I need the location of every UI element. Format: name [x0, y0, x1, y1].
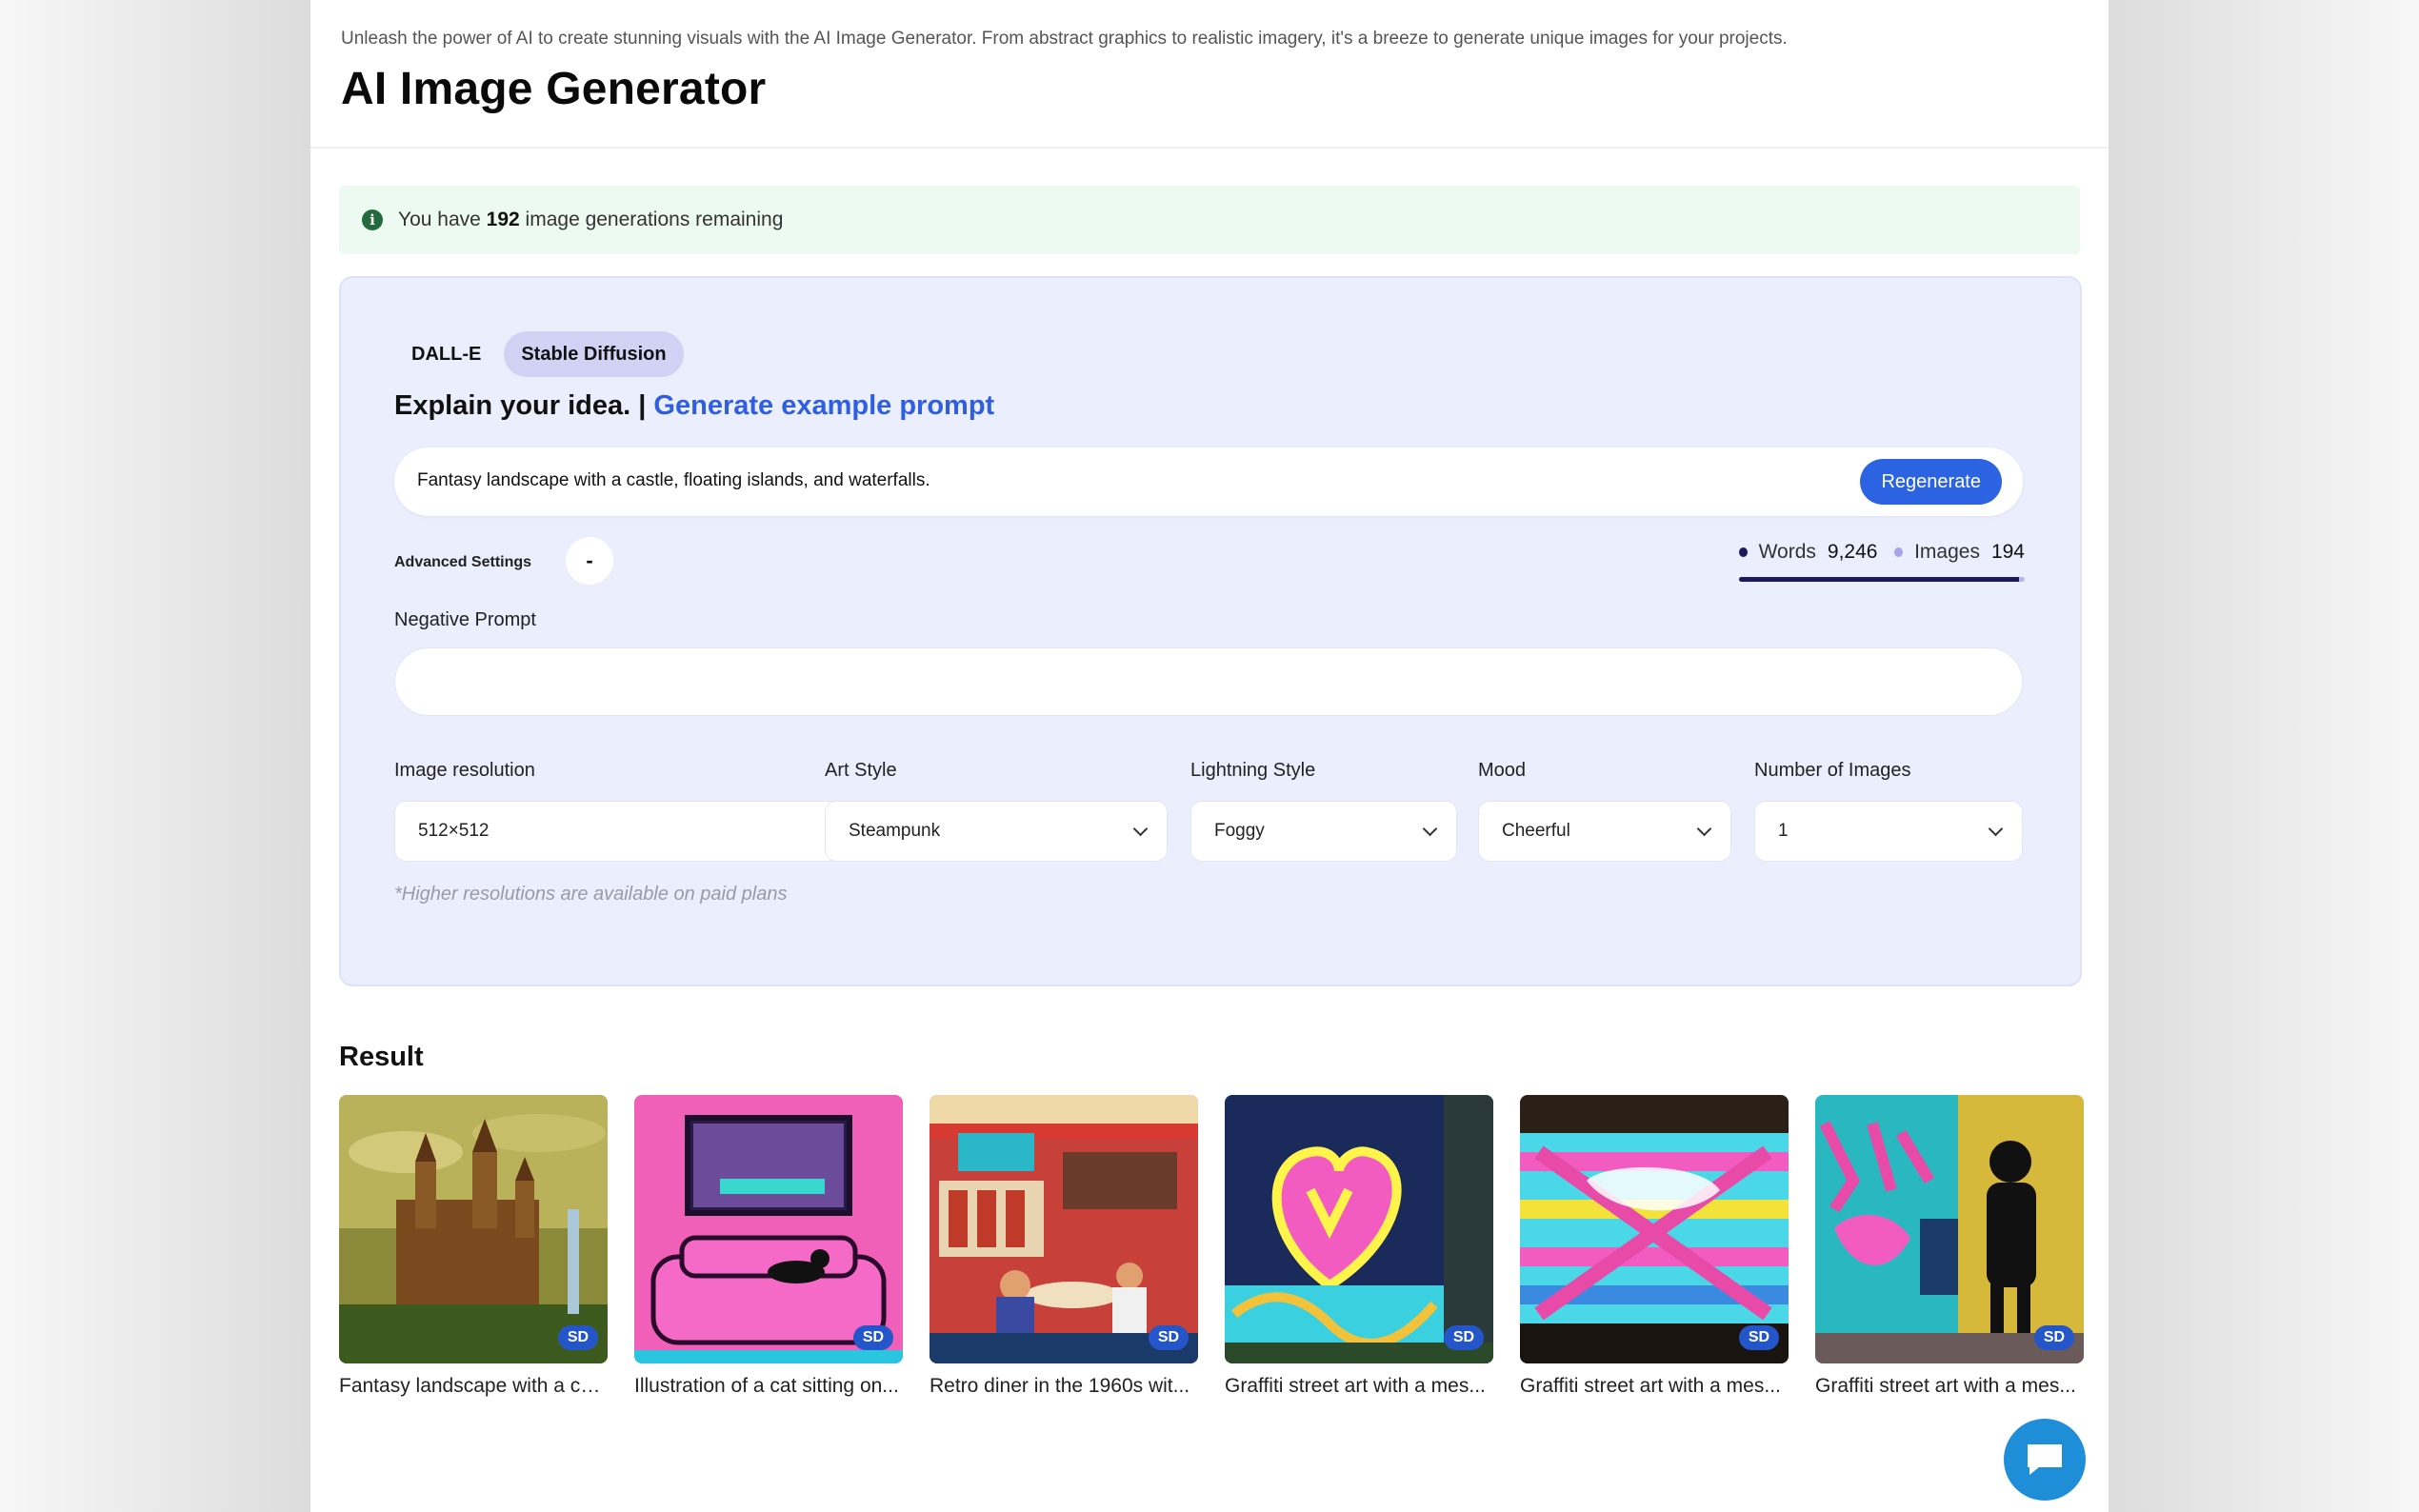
credits-progress-bar [1739, 577, 2025, 582]
result-caption: Illustration of a cat sitting on... [634, 1375, 899, 1397]
remaining-generations-alert: i You have 192 image generations remaini… [339, 186, 2080, 254]
result-image-retro-diner[interactable]: SD [930, 1095, 1198, 1363]
page-header: Unleash the power of AI to create stunni… [310, 0, 2109, 149]
chevron-down-icon [1422, 821, 1438, 836]
generate-example-prompt-link[interactable]: Generate example prompt [653, 390, 994, 421]
lighting-style-value: Foggy [1214, 821, 1265, 841]
mood-label: Mood [1478, 760, 1527, 781]
sd-badge: SD [1149, 1325, 1189, 1350]
lighting-style-select[interactable]: Foggy [1190, 801, 1457, 862]
sd-badge: SD [558, 1325, 598, 1350]
tab-dall-e[interactable]: DALL-E [394, 331, 498, 377]
chevron-down-icon [1988, 821, 2004, 836]
credits-row: Words 9,246 Images 194 [1739, 541, 2025, 564]
alert-text: You have 192 image generations remaining [398, 209, 783, 231]
result-card[interactable]: SD Fantasy landscape with a ca... [339, 1095, 608, 1398]
sd-badge: SD [1444, 1325, 1484, 1350]
number-of-images-value: 1 [1778, 821, 1789, 841]
chat-button[interactable] [2004, 1419, 2086, 1501]
words-label: Words [1758, 541, 1816, 563]
sd-badge: SD [2034, 1325, 2074, 1350]
result-card[interactable]: SD Retro diner in the 1960s wit... [930, 1095, 1198, 1398]
images-value: 194 [1990, 541, 2025, 563]
result-gallery: SD Fantasy landscape with a ca... SD Ill… [339, 1095, 2084, 1409]
chevron-down-icon [1132, 821, 1149, 836]
page-subtitle: Unleash the power of AI to create stunni… [341, 29, 1788, 49]
advanced-settings-toggle[interactable]: - [566, 537, 613, 585]
sd-badge: SD [1739, 1325, 1779, 1350]
sd-badge: SD [853, 1325, 893, 1350]
credits-usage: Words 9,246 Images 194 [1739, 541, 2025, 582]
engine-tabs: DALL-E Stable Diffusion [394, 331, 684, 377]
mood-select[interactable]: Cheerful [1478, 801, 1731, 862]
info-icon: i [362, 209, 383, 230]
result-card[interactable]: SD Graffiti street art with a mes... [1815, 1095, 2084, 1398]
result-card[interactable]: SD Graffiti street art with a mes... [1225, 1095, 1493, 1398]
art-style-field: Art Style Steampunk [825, 760, 1168, 862]
words-value: 9,246 [1827, 541, 1878, 563]
advanced-settings-label: Advanced Settings [394, 554, 532, 570]
alert-suffix: image generations remaining [525, 209, 784, 230]
idea-heading: Explain your idea. | Generate example pr… [394, 390, 994, 422]
art-style-value: Steampunk [849, 821, 941, 841]
chat-icon [2028, 1444, 2062, 1475]
art-style-select[interactable]: Steampunk [825, 801, 1168, 862]
page-title: AI Image Generator [341, 64, 767, 114]
negative-prompt-label: Negative Prompt [394, 609, 536, 630]
resolution-value: 512×512 [418, 821, 490, 841]
mood-value: Cheerful [1502, 821, 1570, 841]
images-dot-icon [1894, 547, 1904, 557]
result-image-fantasy-castle[interactable]: SD [339, 1095, 608, 1363]
lighting-style-label: Lightning Style [1190, 760, 1316, 781]
tab-stable-diffusion[interactable]: Stable Diffusion [504, 331, 684, 377]
prompt-field[interactable]: Fantasy landscape with a castle, floatin… [394, 448, 2023, 516]
result-card[interactable]: SD Graffiti street art with a mes... [1520, 1095, 1789, 1398]
result-caption: Graffiti street art with a mes... [1225, 1375, 1486, 1397]
alert-prefix: You have [398, 209, 481, 230]
result-caption: Graffiti street art with a mes... [1815, 1375, 2076, 1397]
idea-heading-text: Explain your idea. | [394, 390, 647, 421]
result-caption: Fantasy landscape with a ca... [339, 1375, 608, 1397]
remaining-count: 192 [486, 209, 520, 230]
result-caption: Graffiti street art with a mes... [1520, 1375, 1781, 1397]
number-of-images-select[interactable]: 1 [1754, 801, 2023, 862]
resolution-note: *Higher resolutions are available on pai… [394, 884, 788, 905]
regenerate-button[interactable]: Regenerate [1860, 459, 2002, 505]
generator-page: Unleash the power of AI to create stunni… [310, 0, 2109, 1512]
result-image-graffiti-wall[interactable]: SD [1520, 1095, 1789, 1363]
result-card[interactable]: SD Illustration of a cat sitting on... [634, 1095, 903, 1398]
mood-field: Mood Cheerful [1478, 760, 1731, 862]
art-style-label: Art Style [825, 760, 897, 781]
negative-prompt-input[interactable] [394, 647, 2023, 716]
backdrop-left [0, 0, 310, 1512]
credits-progress-fill [1739, 577, 2019, 582]
lighting-style-field: Lightning Style Foggy [1190, 760, 1457, 862]
result-image-graffiti-heart[interactable]: SD [1225, 1095, 1493, 1363]
result-caption: Retro diner in the 1960s wit... [930, 1375, 1190, 1397]
prompt-text[interactable]: Fantasy landscape with a castle, floatin… [417, 470, 930, 491]
generator-panel: DALL-E Stable Diffusion Explain your ide… [339, 276, 2082, 986]
chevron-down-icon [1696, 821, 1712, 836]
backdrop-right [2109, 0, 2419, 1512]
words-dot-icon [1739, 547, 1748, 557]
number-of-images-label: Number of Images [1754, 760, 1911, 781]
result-heading: Result [339, 1042, 424, 1072]
images-label: Images [1914, 541, 1980, 563]
result-image-cat-on-sofa[interactable]: SD [634, 1095, 903, 1363]
result-image-graffiti-figure[interactable]: SD [1815, 1095, 2084, 1363]
number-of-images-field: Number of Images 1 [1754, 760, 2023, 862]
